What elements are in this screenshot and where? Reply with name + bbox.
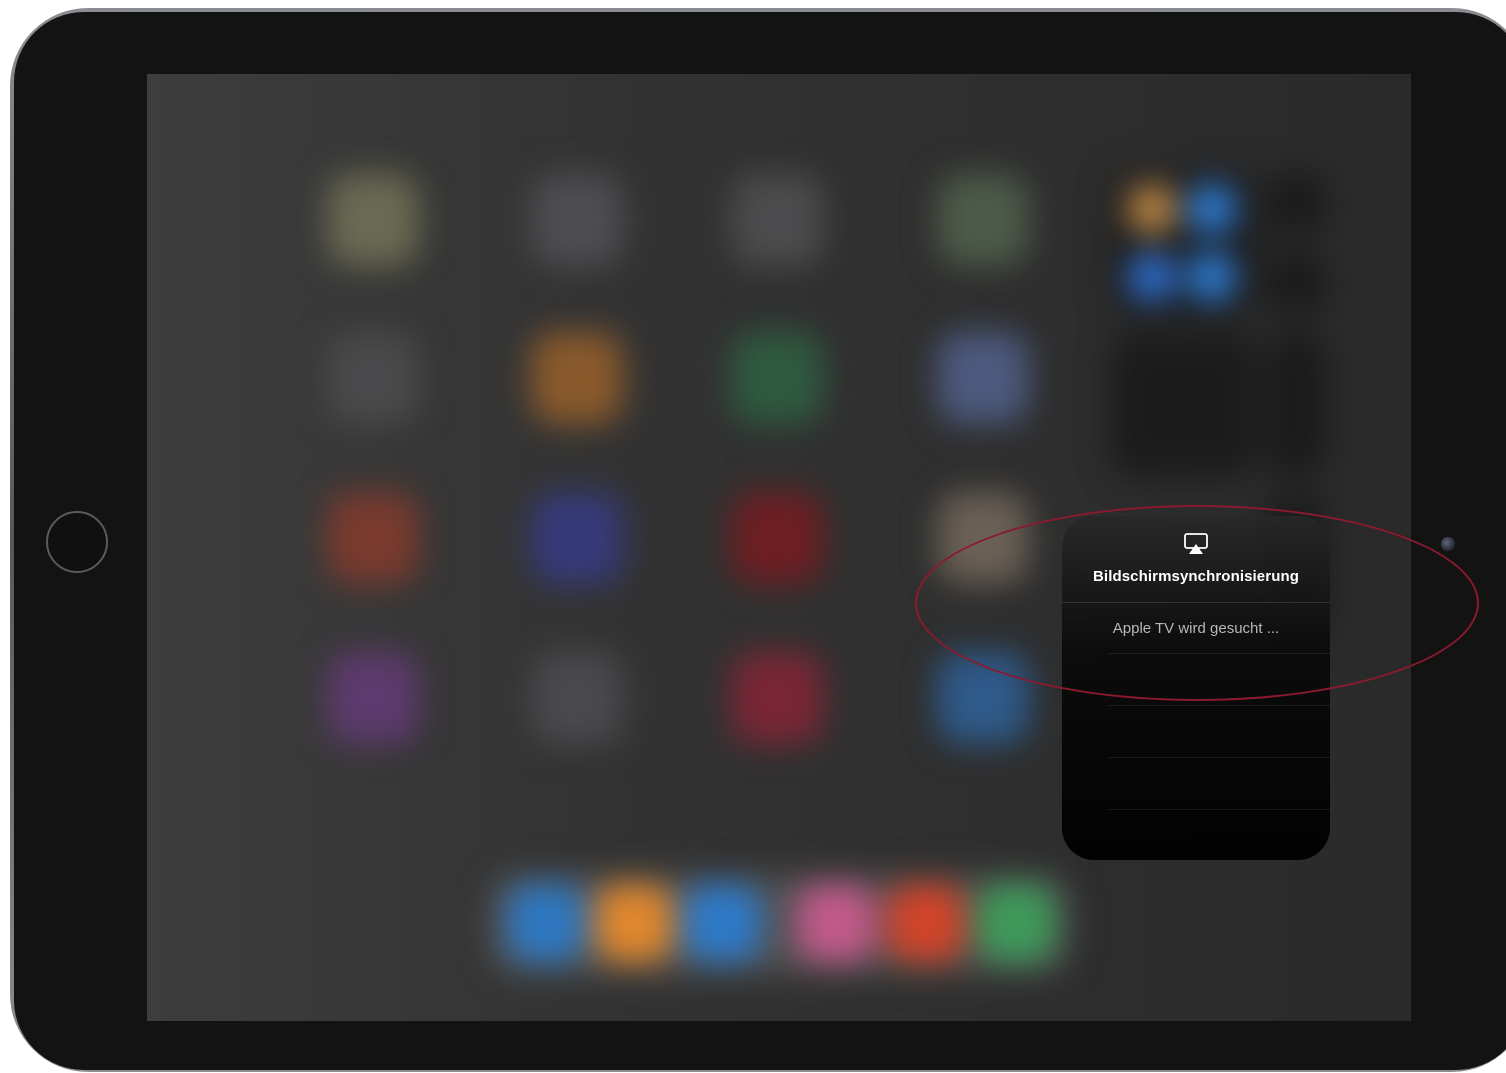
divider: [1108, 757, 1330, 758]
control-center-toggle: [1187, 184, 1237, 234]
app-icon: [731, 492, 823, 584]
app-icon: [937, 174, 1029, 266]
app-icon: [531, 652, 623, 744]
control-center-small-tile: [1265, 252, 1327, 314]
app-icon: [327, 332, 419, 424]
dock-app-icon: [683, 884, 761, 962]
front-camera-icon: [1441, 537, 1455, 551]
app-icon: [731, 652, 823, 744]
app-icon: [937, 332, 1029, 424]
dock-app-icon: [887, 884, 965, 962]
app-icon: [531, 332, 623, 424]
app-icon: [531, 492, 623, 584]
app-icon: [327, 652, 419, 744]
app-icon: [731, 174, 823, 266]
app-icon: [731, 332, 823, 424]
app-icon: [327, 492, 419, 584]
dock-app-icon: [797, 884, 875, 962]
dock-app-icon: [977, 884, 1055, 962]
dock-app-icon: [507, 884, 585, 962]
divider: [1108, 705, 1330, 706]
control-center-toggle: [1127, 184, 1177, 234]
dock-app-icon: [595, 884, 673, 962]
control-center-media-tile: [1110, 332, 1256, 478]
app-icon: [531, 174, 623, 266]
control-center-slider: [1265, 332, 1327, 478]
divider: [1108, 809, 1330, 810]
control-center-small-tile: [1265, 172, 1327, 234]
control-center-toggle: [1127, 252, 1177, 302]
home-button[interactable]: [46, 511, 108, 573]
app-icon: [327, 174, 419, 266]
control-center-toggle: [1187, 252, 1237, 302]
highlight-annotation: [915, 505, 1479, 701]
